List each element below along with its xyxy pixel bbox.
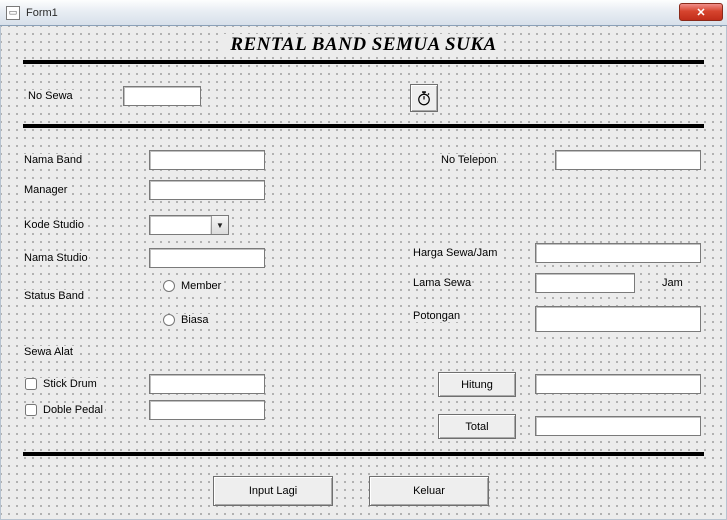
nama-band-input[interactable]: [149, 150, 265, 170]
radio-biasa-input[interactable]: [163, 314, 175, 326]
label-status-band: Status Band: [23, 290, 85, 302]
label-lama-sewa-unit: Jam: [661, 277, 684, 289]
checkbox-stick-drum-label: Stick Drum: [43, 378, 97, 390]
radio-member-label: Member: [181, 280, 221, 292]
manager-input[interactable]: [149, 180, 265, 200]
close-icon: ✕: [696, 6, 705, 19]
potongan-input[interactable]: [535, 306, 701, 332]
radio-biasa-label: Biasa: [181, 314, 209, 326]
checkbox-stick-drum-input[interactable]: [25, 378, 37, 390]
checkbox-doble-pedal-input[interactable]: [25, 404, 37, 416]
no-sewa-input[interactable]: [123, 86, 201, 106]
timer-button[interactable]: [410, 84, 438, 112]
checkbox-stick-drum[interactable]: Stick Drum: [23, 378, 99, 390]
window-title: Form1: [26, 7, 58, 19]
label-sewa-alat: Sewa Alat: [23, 346, 74, 358]
label-no-sewa: No Sewa: [27, 90, 74, 102]
label-nama-band: Nama Band: [23, 154, 83, 166]
no-telepon-input[interactable]: [555, 150, 701, 170]
checkbox-doble-pedal-label: Doble Pedal: [43, 404, 103, 416]
keluar-button[interactable]: Keluar: [369, 476, 489, 506]
total-result-input[interactable]: [535, 416, 701, 436]
label-nama-studio: Nama Studio: [23, 252, 89, 264]
harga-sewa-input[interactable]: [535, 243, 701, 263]
hitung-button[interactable]: Hitung: [438, 372, 516, 397]
hitung-result-input[interactable]: [535, 374, 701, 394]
stopwatch-icon: [415, 89, 433, 107]
label-manager: Manager: [23, 184, 68, 196]
label-kode-studio: Kode Studio: [23, 219, 85, 231]
label-harga-sewa: Harga Sewa/Jam: [412, 247, 498, 259]
radio-biasa[interactable]: Biasa: [161, 314, 211, 326]
radio-member-input[interactable]: [163, 280, 175, 292]
close-button[interactable]: ✕: [679, 3, 723, 21]
label-potongan: Potongan: [412, 310, 461, 322]
label-no-telepon: No Telepon: [440, 154, 497, 166]
input-lagi-button[interactable]: Input Lagi: [213, 476, 333, 506]
titlebar: ▭ Form1 ✕: [0, 0, 727, 26]
doble-pedal-price-input[interactable]: [149, 400, 265, 420]
app-icon: ▭: [6, 6, 20, 20]
divider-mid: [23, 124, 704, 128]
form-body: RENTAL BAND SEMUA SUKA No Sewa Nama Band…: [0, 26, 727, 520]
stick-drum-price-input[interactable]: [149, 374, 265, 394]
divider-top: [23, 60, 704, 64]
divider-bottom: [23, 452, 704, 456]
page-title: RENTAL BAND SEMUA SUKA: [224, 34, 504, 56]
total-button[interactable]: Total: [438, 414, 516, 439]
lama-sewa-input[interactable]: [535, 273, 635, 293]
kode-studio-select[interactable]: [149, 215, 229, 235]
radio-member[interactable]: Member: [161, 280, 223, 292]
nama-studio-input[interactable]: [149, 248, 265, 268]
checkbox-doble-pedal[interactable]: Doble Pedal: [23, 404, 105, 416]
label-lama-sewa: Lama Sewa: [412, 277, 472, 289]
